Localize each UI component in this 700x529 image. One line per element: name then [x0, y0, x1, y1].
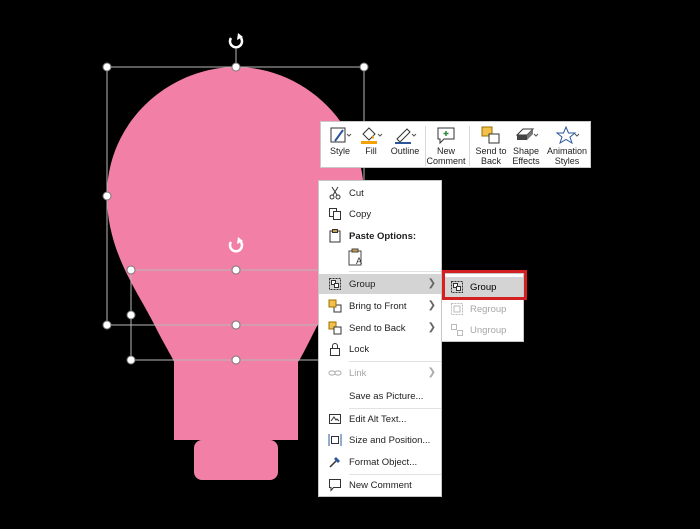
fill-button[interactable]: Fill: [358, 125, 384, 167]
submenu-arrow-icon: ❯: [427, 300, 436, 311]
submenu-item-ungroup[interactable]: Ungroup: [442, 320, 523, 340]
mini-toolbar: Style Fill Outline New Comment Send to B…: [320, 121, 591, 168]
paste-picture-option-icon[interactable]: A: [347, 248, 365, 268]
outline-button[interactable]: Outline: [388, 125, 422, 167]
size-position-icon: [328, 433, 342, 447]
menu-item-save-as-picture[interactable]: Save as Picture...: [319, 386, 441, 406]
link-icon: [328, 366, 342, 380]
animation-star-icon: [555, 125, 580, 145]
paste-icon: [328, 229, 342, 243]
context-menu: Cut Copy Paste Options: A Group ❯ Bring …: [318, 180, 442, 497]
bring-to-front-icon: [328, 299, 342, 313]
alt-text-icon: [328, 412, 342, 426]
ungroup-icon: [450, 323, 464, 337]
menu-item-group[interactable]: Group ❯: [319, 274, 441, 294]
menu-item-edit-alt-text[interactable]: Edit Alt Text...: [319, 409, 441, 429]
submenu-arrow-icon: ❯: [427, 278, 436, 289]
highlight-annotation-box: [442, 270, 527, 300]
send-to-back-icon: [481, 126, 500, 144]
regroup-icon: [450, 302, 464, 316]
submenu-arrow-icon: ❯: [427, 322, 436, 333]
menu-item-send-to-back[interactable]: Send to Back ❯: [319, 318, 441, 338]
group-icon: [328, 277, 342, 291]
submenu-arrow-icon: ❯: [427, 367, 436, 378]
menu-item-lock[interactable]: Lock: [319, 339, 441, 359]
shape-outline-icon: [395, 128, 417, 144]
lock-icon: [328, 342, 342, 356]
format-object-icon: [328, 455, 342, 469]
menu-item-bring-to-front[interactable]: Bring to Front ❯: [319, 296, 441, 316]
menu-item-size-and-position[interactable]: Size and Position...: [319, 430, 441, 450]
shape-style-icon: [330, 127, 352, 143]
shape-effects-icon: [515, 128, 539, 140]
scissors-icon: [328, 186, 342, 200]
lightbulb-base[interactable]: [194, 440, 278, 480]
copy-icon: [328, 207, 342, 221]
send-to-back-icon: [328, 321, 342, 335]
send-to-back-button[interactable]: Send to Back: [474, 125, 508, 167]
menu-item-format-object[interactable]: Format Object...: [319, 452, 441, 472]
comment-icon: [437, 127, 455, 145]
new-comment-button[interactable]: New Comment: [426, 125, 466, 167]
style-button[interactable]: Style: [326, 125, 354, 167]
comment-icon: [328, 478, 342, 492]
menu-item-copy[interactable]: Copy: [319, 204, 441, 224]
shape-effects-button[interactable]: Shape Effects: [509, 125, 543, 167]
menu-item-link[interactable]: Link ❯: [319, 363, 441, 383]
menu-item-paste-options: Paste Options:: [319, 226, 441, 246]
submenu-item-regroup[interactable]: Regroup: [442, 299, 523, 319]
menu-item-cut[interactable]: Cut: [319, 183, 441, 203]
paint-bucket-icon: [361, 127, 383, 144]
menu-item-new-comment[interactable]: New Comment: [319, 475, 441, 495]
animation-styles-button[interactable]: Animation Styles: [544, 125, 590, 167]
svg-text:A: A: [356, 256, 362, 266]
rotate-handle-icon[interactable]: [228, 33, 244, 49]
